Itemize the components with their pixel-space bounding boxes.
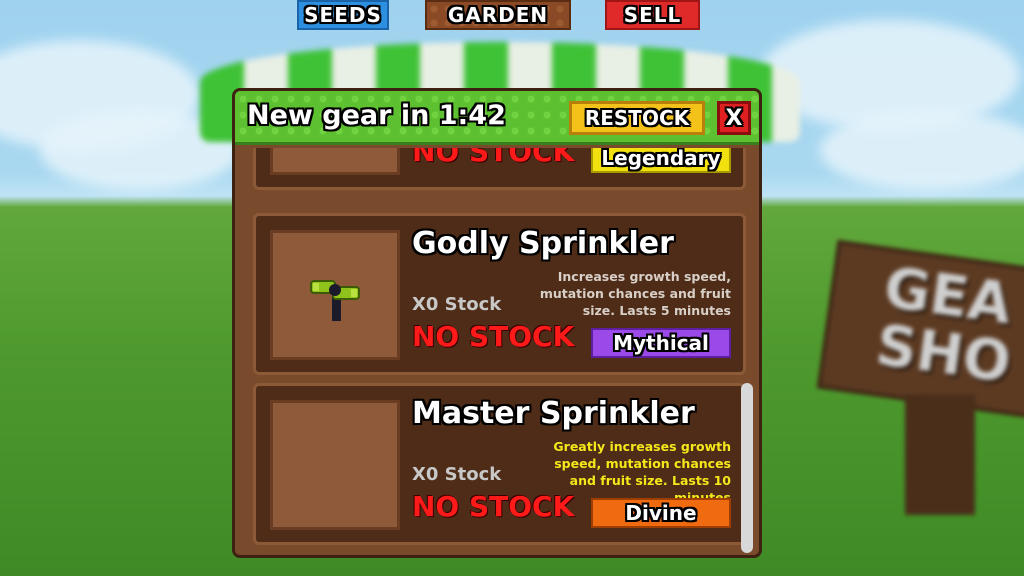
no-stock-label: NO STOCK: [412, 148, 575, 168]
sign-post: [905, 395, 975, 515]
restock-button[interactable]: RESTOCK: [569, 101, 705, 135]
no-stock-label: NO STOCK: [412, 320, 575, 353]
gear-shop-panel: New gear in 1:42 RESTOCK X NO STOCK Lege…: [232, 88, 762, 558]
item-thumbnail: [270, 400, 400, 530]
item-name: Master Sprinkler: [412, 396, 695, 431]
sell-button[interactable]: SELL: [605, 0, 700, 30]
sprinkler-icon: [310, 280, 360, 321]
cloud: [820, 110, 1024, 190]
item-thumbnail: [270, 230, 400, 360]
seeds-button[interactable]: SEEDS: [297, 0, 389, 30]
item-name: Godly Sprinkler: [412, 226, 674, 261]
item-list[interactable]: NO STOCK Legendary Godly Sprinkler X0 St…: [235, 148, 759, 555]
gear-shop-sign-text: GEA SHO: [872, 255, 1023, 396]
item-thumbnail: [270, 148, 400, 175]
shop-header: New gear in 1:42 RESTOCK X: [235, 91, 759, 145]
rarity-badge: Legendary: [591, 148, 731, 173]
shop-item-card[interactable]: Master Sprinkler X0 Stock NO STOCK Great…: [253, 383, 746, 545]
garden-button[interactable]: GARDEN: [425, 0, 571, 30]
item-description: Greatly increases growth speed, mutation…: [553, 439, 731, 505]
stock-count: X0 Stock: [412, 464, 502, 485]
stock-count: X0 Stock: [412, 294, 502, 315]
item-description: Increases growth speed, mutation chances…: [539, 269, 731, 318]
scrollbar[interactable]: [741, 383, 753, 553]
shop-item-card[interactable]: NO STOCK Legendary: [253, 148, 746, 190]
rarity-badge: Mythical: [591, 328, 731, 358]
restock-timer: New gear in 1:42: [247, 100, 506, 131]
shop-item-card[interactable]: Godly Sprinkler X0 Stock NO STOCK Increa…: [253, 213, 746, 375]
rarity-badge: Divine: [591, 498, 731, 528]
close-button[interactable]: X: [717, 101, 751, 135]
